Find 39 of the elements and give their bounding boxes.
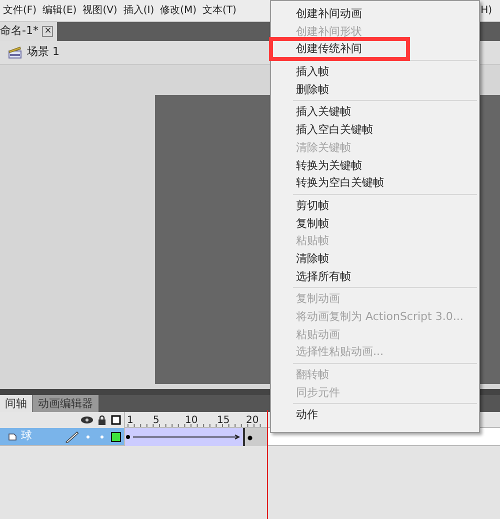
menu-item[interactable]: 插入关键帧	[293, 103, 477, 122]
menu-item[interactable]: 插入帧	[293, 63, 477, 81]
menu-item[interactable]: 文件(F)	[0, 3, 40, 18]
menu-item[interactable]: 文本(T)	[200, 3, 240, 18]
menu-item[interactable]: 插入(I)	[120, 3, 158, 18]
panel-tab[interactable]: 间轴	[0, 395, 33, 412]
menu-item[interactable]: 选择所有帧	[293, 268, 477, 286]
frame-number: 10	[185, 414, 198, 428]
close-icon[interactable]: ×	[42, 26, 54, 37]
menu-item[interactable]: 清除帧	[293, 250, 477, 268]
menu-item[interactable]: 创建传统补间	[272, 40, 407, 58]
frame-number: 15	[217, 414, 230, 428]
menu-item[interactable]: 插入空白关键帧	[293, 121, 477, 139]
scene-label[interactable]: 场景 1	[27, 44, 60, 61]
menu-item[interactable]: 修改(M)	[157, 3, 200, 18]
frame-number: 1	[127, 414, 134, 428]
clapperboard-icon	[8, 46, 22, 59]
menu-item[interactable]: 转换为关键帧	[293, 156, 477, 174]
menu-item[interactable]: 创建补间动画	[293, 5, 477, 23]
menu-item[interactable]: 删除帧	[293, 80, 477, 98]
menu-item[interactable]: 视图(V)	[80, 3, 120, 18]
layer-icon	[8, 432, 17, 441]
keyframe[interactable]	[245, 428, 267, 446]
lock-icon[interactable]	[98, 415, 106, 425]
menu-item[interactable]: 转换为空白关键帧	[293, 174, 477, 192]
menu-item[interactable]: 动作	[293, 406, 477, 424]
menu-item[interactable]: 编辑(E)	[40, 3, 80, 18]
tween-span[interactable]	[125, 428, 245, 446]
eye-icon[interactable]	[81, 416, 93, 424]
pencil-icon	[65, 430, 79, 442]
menu-item[interactable]: 剪切帧	[293, 196, 477, 215]
frame-number: 20	[246, 414, 259, 428]
layer-color-icon	[111, 432, 121, 442]
panel-tab[interactable]: 动画编辑器	[33, 395, 99, 412]
menu-item[interactable]: H)	[478, 3, 500, 18]
outline-icon[interactable]	[111, 415, 121, 425]
document-tab[interactable]: 命名-1* ×	[0, 22, 58, 41]
frame-number: 5	[153, 414, 160, 428]
menu-item[interactable]: 复制帧	[293, 214, 477, 232]
